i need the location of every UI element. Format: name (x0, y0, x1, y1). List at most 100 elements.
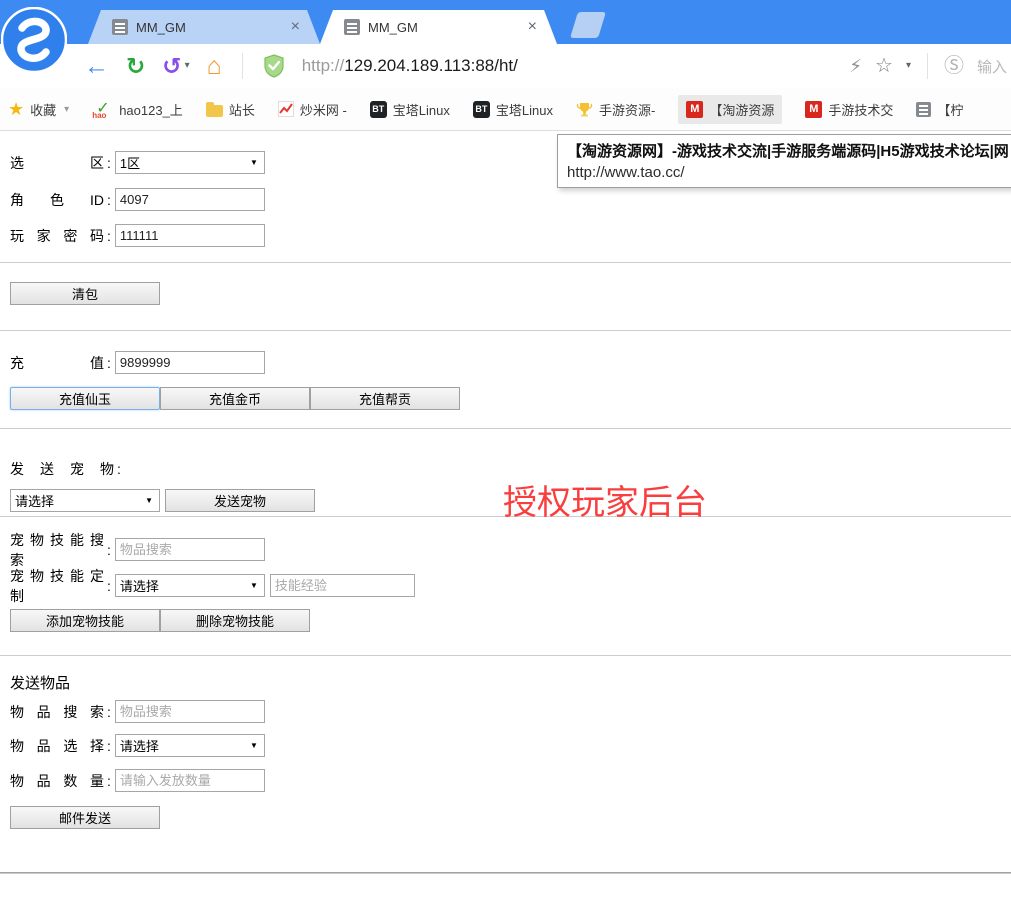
colon: : (107, 228, 111, 244)
item-select-row: 物 品 选 择 : 请选择 ▼ (10, 734, 265, 757)
item-quantity-label: 物 品 数 量 (10, 771, 104, 791)
back-icon[interactable]: ← (84, 54, 109, 79)
bookmark-label: 收藏 (30, 100, 56, 119)
item-quantity-input[interactable] (115, 769, 265, 792)
browser-window: MM_GM × MM_GM × ← ↻ ↺ ▾ ⌂ (0, 0, 1011, 908)
pet-skill-search-input[interactable] (115, 538, 265, 561)
tab-mm-gm-active[interactable]: MM_GM × (320, 10, 557, 44)
recharge-gold-button[interactable]: 充值金币 (160, 387, 310, 410)
bookmark-baota-linux-1[interactable]: BT 宝塔Linux (370, 100, 450, 119)
recharge-banggong-button[interactable]: 充值帮贡 (310, 387, 460, 410)
tab-title: MM_GM (368, 20, 418, 35)
item-search-input[interactable] (115, 700, 265, 723)
item-search-label: 物 品 搜 索 (10, 702, 104, 722)
undo-button[interactable]: ↺ ▾ (162, 55, 189, 78)
role-id-row: 角 色 ID : (10, 188, 265, 211)
colon: : (107, 155, 111, 171)
document-icon (916, 102, 931, 117)
tab-mm-gm-inactive[interactable]: MM_GM × (88, 10, 320, 44)
bookmark-label: 手游资源- (599, 100, 655, 119)
item-select[interactable]: 请选择 ▼ (115, 734, 265, 757)
folder-icon (206, 105, 223, 117)
site-security-shield-icon[interactable] (263, 54, 285, 78)
bookmark-zhanzhang[interactable]: 站长 (206, 100, 255, 119)
mail-send-group: 邮件发送 (10, 806, 160, 829)
send-pet-button[interactable]: 发送宠物 (165, 489, 315, 512)
send-pet-label: 发 送 宠 物 (10, 459, 114, 479)
recharge-xianyu-button[interactable]: 充值仙玉 (10, 387, 160, 410)
authorized-player-watermark: 授权玩家后台 (503, 475, 707, 524)
undo-icon: ↺ (162, 55, 181, 78)
close-icon[interactable]: × (291, 19, 300, 35)
m-site-icon: M (686, 101, 703, 118)
bookmark-baota-linux-2[interactable]: BT 宝塔Linux (473, 100, 553, 119)
divider (0, 872, 1011, 874)
url-scheme: http:// (302, 56, 345, 75)
bookmark-shouyou-ziyuan[interactable]: 手游资源- (576, 100, 655, 119)
quick-access-lightning-icon[interactable]: ⚡ (849, 57, 862, 75)
clear-bag-group: 清包 (10, 282, 160, 305)
bookmark-chaomiwang[interactable]: 炒米网 - (278, 100, 347, 119)
divider (0, 262, 1011, 263)
bookmark-hao123[interactable]: ✓ hao hao123_上 (92, 100, 183, 119)
role-id-input[interactable] (115, 188, 265, 211)
chevron-down-icon[interactable]: ▾ (906, 61, 911, 71)
sogou-input-icon[interactable]: Ⓢ (944, 56, 964, 76)
clear-bag-button[interactable]: 清包 (10, 282, 160, 305)
player-password-label: 玩 家 密 码 (10, 226, 104, 246)
bt-panel-icon: BT (370, 101, 387, 118)
delete-pet-skill-button[interactable]: 删除宠物技能 (160, 609, 310, 632)
send-pet-row: 请选择 ▼ 发送宠物 (10, 489, 315, 512)
home-icon[interactable]: ⌂ (207, 54, 222, 79)
hao123-icon: ✓ hao (92, 101, 113, 118)
zone-select-value: 1区 (120, 153, 140, 172)
skill-exp-input[interactable] (270, 574, 415, 597)
close-icon[interactable]: × (528, 19, 537, 35)
bookmark-label: 宝塔Linux (393, 100, 450, 119)
trophy-icon (576, 101, 593, 118)
chevron-down-icon: ▼ (250, 741, 258, 750)
toolbar-divider (242, 53, 243, 79)
bookmark-tooltip: 【淘游资源网】-游戏技术交流|手游服务端源码|H5游戏技术论坛|网 http:/… (557, 134, 1011, 188)
bookmark-label: hao123_上 (119, 100, 183, 119)
pet-skill-select[interactable]: 请选择 ▼ (115, 574, 265, 597)
chevron-down-icon: ▼ (250, 581, 258, 590)
reload-icon[interactable]: ↻ (126, 55, 145, 78)
colon: : (107, 542, 111, 558)
pet-select[interactable]: 请选择 ▼ (10, 489, 160, 512)
sogou-browser-logo[interactable] (1, 7, 67, 73)
page-favicon-icon (344, 19, 360, 35)
add-pet-skill-button[interactable]: 添加宠物技能 (10, 609, 160, 632)
chevron-down-icon: ▾ (64, 104, 69, 115)
input-hint-label: 输入 (977, 56, 1007, 77)
colon: : (107, 773, 111, 789)
bookmark-label: 宝塔Linux (496, 100, 553, 119)
page-favicon-icon (112, 19, 128, 35)
bookmark-ning[interactable]: 【柠 (916, 100, 963, 119)
recharge-amount-input[interactable] (115, 351, 265, 374)
pet-skill-search-label: 宠 物 技 能 搜 索 (10, 530, 104, 570)
colon: : (107, 192, 111, 208)
bookmark-label: 手游技术交 (828, 100, 893, 119)
bookmark-label: 【柠 (937, 100, 963, 119)
bookmark-shouyou-jishu[interactable]: M 手游技术交 (805, 100, 893, 119)
colon: : (107, 355, 111, 371)
bookmark-favorites[interactable]: ★ 收藏 ▾ (8, 99, 69, 120)
mail-send-button[interactable]: 邮件发送 (10, 806, 160, 829)
colon: : (117, 461, 121, 477)
tab-bar: MM_GM × MM_GM × (0, 0, 1011, 44)
favorite-star-icon[interactable]: ☆ (875, 56, 893, 76)
player-password-input[interactable] (115, 224, 265, 247)
address-bar[interactable]: http://129.204.189.113:88/ht/ (302, 56, 518, 76)
gm-admin-page: 选 区 : 1区 ▼ 角 色 ID : 玩 家 密 码 : 清包 充 值 : (0, 131, 1011, 908)
zone-select[interactable]: 1区 ▼ (115, 151, 265, 174)
bookmark-taoyou-ziyuan[interactable]: M 【淘游资源 (678, 95, 782, 124)
item-quantity-row: 物 品 数 量 : (10, 769, 265, 792)
chevron-down-icon: ▾ (185, 61, 190, 71)
pet-skill-select-value: 请选择 (120, 576, 159, 595)
pet-skill-custom-row: 宠 物 技 能 定 制 : 请选择 ▼ (10, 574, 415, 597)
new-tab-button[interactable] (570, 12, 606, 38)
player-password-row: 玩 家 密 码 : (10, 224, 265, 247)
bookmark-label: 站长 (229, 100, 255, 119)
line-chart-icon (278, 101, 294, 117)
